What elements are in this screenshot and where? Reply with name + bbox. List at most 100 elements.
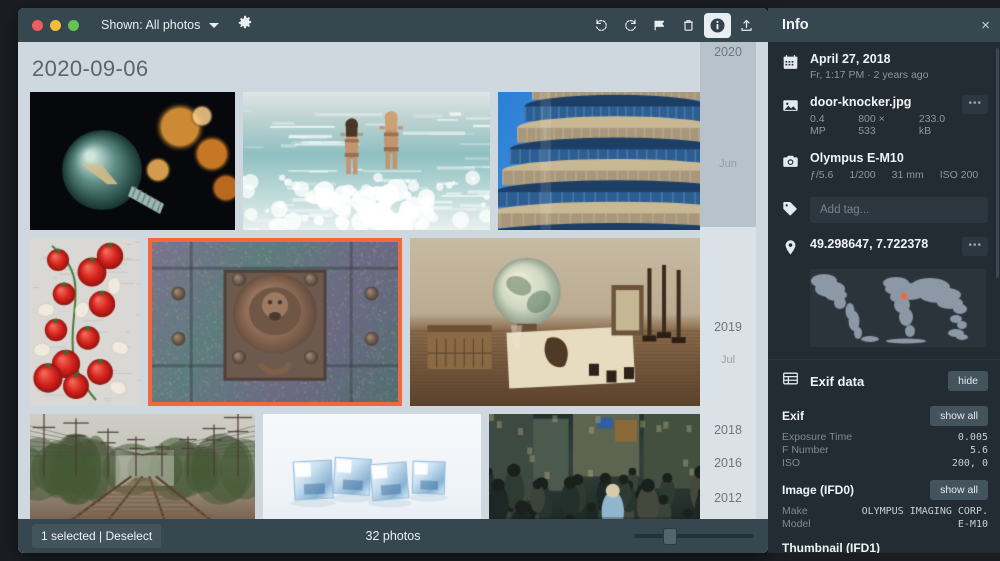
info-location-body: ••• 49.298647, 7.722378 — [810, 237, 988, 261]
flag-icon[interactable] — [646, 13, 673, 38]
location-pin-icon — [782, 237, 810, 261]
info-file-row: ••• door-knocker.jpg 0.4 MP 800 × 533 23… — [768, 85, 1000, 141]
exif-row: ISO 200, 0 — [782, 457, 988, 470]
location-menu-button[interactable]: ••• — [962, 237, 988, 256]
timeline-mark-jul[interactable]: Jul — [700, 354, 756, 366]
exif-section-name: Exif — [782, 409, 804, 423]
info-panel-title: Info — [782, 17, 809, 33]
window-controls[interactable] — [26, 20, 79, 31]
info-panel-header: Info × — [768, 8, 1000, 42]
scrollbar-thumb[interactable] — [700, 42, 756, 227]
photo-date-relative: Fr, 1:17 PM · 2 years ago — [810, 69, 988, 81]
info-icon[interactable] — [704, 13, 731, 38]
photo-file-meta: 0.4 MP 800 × 533 233.0 kB — [810, 113, 956, 137]
exif-value: 0.005 — [958, 431, 988, 444]
exif-rows: Exposure Time 0.005 F Number 5.6 ISO 200… — [768, 429, 1000, 474]
info-panel-body: April 27, 2018 Fr, 1:17 PM · 2 years ago… — [768, 42, 1000, 553]
photo-thumbnail[interactable] — [30, 414, 255, 534]
close-icon[interactable]: × — [981, 18, 990, 33]
photo-thumbnail[interactable] — [498, 92, 710, 230]
shown-filter-label[interactable]: Shown: All photos — [101, 18, 200, 32]
photo-thumbnail[interactable] — [410, 238, 702, 406]
camera-settings: ƒ/5.6 1/200 31 mm ISO 200 — [810, 169, 988, 181]
photo-thumbnail[interactable] — [263, 414, 481, 534]
panel-scrollbar[interactable] — [996, 48, 999, 278]
exif-value: E-M10 — [958, 518, 988, 531]
exif-key: F Number — [782, 444, 970, 457]
timeline-mark-2012[interactable]: 2012 — [700, 491, 756, 505]
location-map[interactable] — [810, 269, 986, 347]
photo-filesize: 233.0 kB — [919, 113, 957, 137]
trash-icon[interactable] — [675, 13, 702, 38]
timeline-scrollbar[interactable]: 2020 Jun 2019 Jul 2018 2016 2012 — [700, 42, 756, 553]
date-group-header: 2020-09-06 — [18, 42, 768, 92]
exif-row: Model E-M10 — [782, 518, 988, 531]
app-root: Shown: All photos — [0, 0, 1000, 561]
photo-thumbnail[interactable] — [489, 414, 710, 534]
timeline-mark-2019[interactable]: 2019 — [700, 320, 756, 334]
timeline-mark-jun[interactable]: Jun — [700, 158, 756, 170]
export-icon[interactable] — [733, 13, 760, 38]
info-file-body: ••• door-knocker.jpg 0.4 MP 800 × 533 23… — [810, 95, 988, 137]
gear-icon — [237, 15, 253, 36]
photo-date: April 27, 2018 — [810, 52, 988, 66]
maximize-window-button[interactable] — [68, 20, 79, 31]
camera-model: Olympus E-M10 — [810, 151, 988, 165]
close-window-button[interactable] — [32, 20, 43, 31]
info-camera-body: Olympus E-M10 ƒ/5.6 1/200 31 mm ISO 200 — [810, 151, 988, 181]
tag-icon — [782, 198, 810, 222]
photo-row — [30, 92, 768, 230]
exif-value: OLYMPUS IMAGING CORP. — [862, 505, 988, 518]
window-titlebar: Shown: All photos — [18, 8, 768, 42]
exif-value: 5.6 — [970, 444, 988, 457]
add-tag-input[interactable]: Add tag... — [810, 197, 988, 223]
photo-thumbnail-selected[interactable] — [148, 238, 402, 406]
exif-key: ISO — [782, 457, 952, 470]
selection-status-button[interactable]: 1 selected | Deselect — [32, 524, 161, 548]
info-panel: Info × — [768, 8, 1000, 553]
timeline-mark-2018[interactable]: 2018 — [700, 423, 756, 437]
exif-row: Exposure Time 0.005 — [782, 431, 988, 444]
info-date-body: April 27, 2018 Fr, 1:17 PM · 2 years ago — [810, 52, 988, 81]
exif-header: Exif data hide — [768, 360, 1000, 400]
timeline-mark-2020[interactable]: 2020 — [700, 45, 756, 59]
photo-grid — [18, 92, 768, 534]
exif-show-all-button[interactable]: show all — [930, 406, 988, 426]
exif-key: Exposure Time — [782, 431, 958, 444]
exif-show-all-button[interactable]: show all — [930, 480, 988, 500]
file-menu-button[interactable]: ••• — [962, 95, 988, 114]
slider-handle[interactable] — [663, 528, 677, 545]
info-location-row: ••• 49.298647, 7.722378 — [768, 227, 1000, 261]
photo-browser-window: Shown: All photos — [18, 8, 768, 553]
exif-row: Make OLYMPUS IMAGING CORP. — [782, 505, 988, 518]
info-camera-row: Olympus E-M10 ƒ/5.6 1/200 31 mm ISO 200 — [768, 141, 1000, 185]
rotate-right-icon[interactable] — [617, 13, 644, 38]
calendar-icon — [782, 52, 810, 81]
status-bar: 1 selected | Deselect 32 photos — [18, 519, 768, 553]
photo-dimensions: 800 × 533 — [858, 113, 901, 137]
thumbnail-size-slider[interactable] — [634, 527, 754, 545]
exif-rows: Make OLYMPUS IMAGING CORP. Model E-M10 — [768, 503, 1000, 535]
rotate-left-icon[interactable] — [588, 13, 615, 38]
exif-heading: Exif data — [810, 374, 864, 389]
camera-focal-length: 31 mm — [892, 169, 924, 181]
photo-thumbnail[interactable] — [30, 92, 235, 230]
timeline-mark-2016[interactable]: 2016 — [700, 456, 756, 470]
camera-iso: ISO 200 — [940, 169, 979, 181]
camera-shutter: 1/200 — [849, 169, 875, 181]
settings-button[interactable] — [237, 15, 253, 36]
minimize-window-button[interactable] — [50, 20, 61, 31]
info-date-row: April 27, 2018 Fr, 1:17 PM · 2 years ago — [768, 42, 1000, 85]
photo-row — [30, 414, 768, 534]
exif-key: Make — [782, 505, 862, 518]
photo-thumbnail[interactable] — [30, 238, 140, 406]
exif-section-header: Thumbnail (IFD1) — [768, 535, 1000, 553]
toolbar-icons — [588, 8, 760, 42]
exif-section-name: Thumbnail (IFD1) — [782, 541, 880, 553]
chevron-down-icon[interactable] — [209, 23, 219, 28]
exif-hide-button[interactable]: hide — [948, 371, 988, 391]
exif-section-header: Exif show all — [768, 400, 1000, 429]
table-icon — [782, 370, 810, 392]
photo-filename: door-knocker.jpg — [810, 95, 988, 109]
photo-thumbnail[interactable] — [243, 92, 490, 230]
